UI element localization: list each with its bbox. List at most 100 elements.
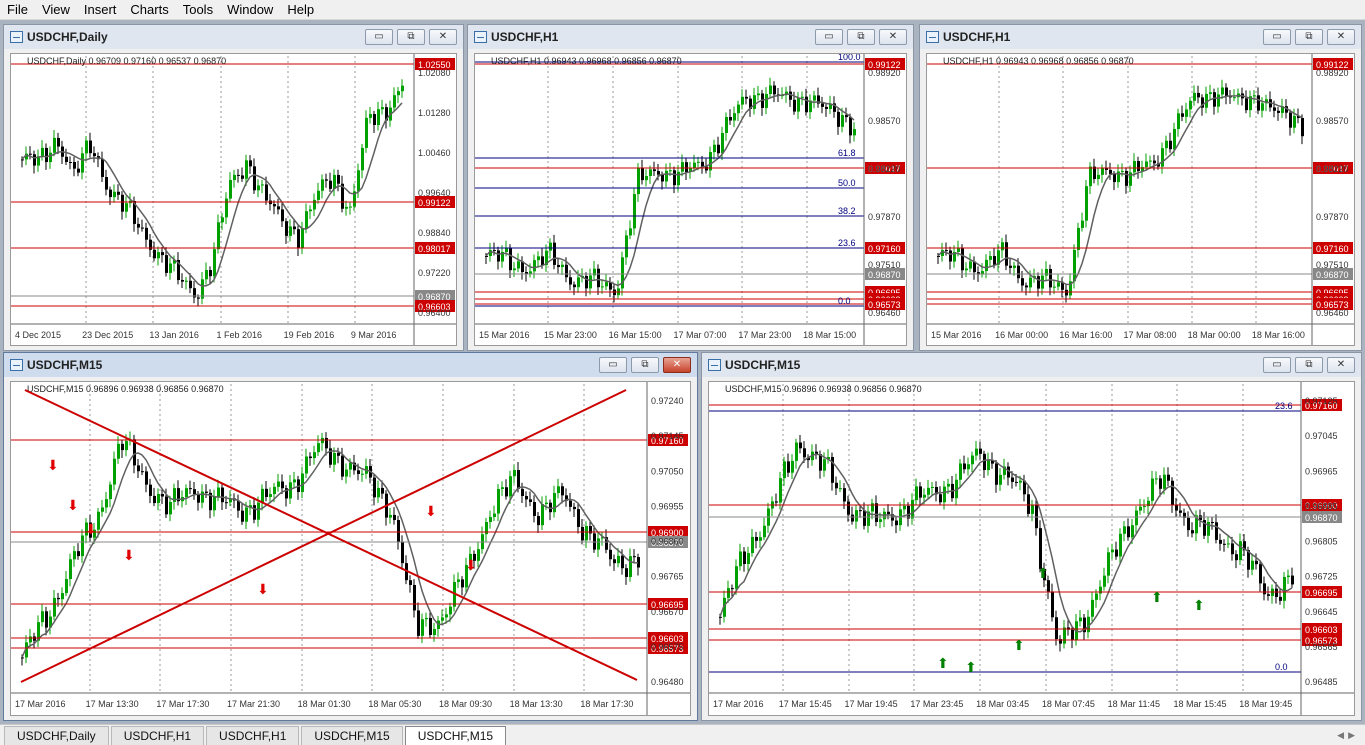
window-title: USDCHF,H1 <box>491 30 559 44</box>
sell-arrow-icon: ⬇ <box>257 581 269 597</box>
candle-body <box>697 161 700 163</box>
price-axis-label: 0.99640 <box>418 188 451 198</box>
time-axis-label: 15 Mar 2016 <box>479 330 530 340</box>
candle-body <box>769 85 772 94</box>
candle-body <box>1121 170 1124 172</box>
chart-area[interactable]: 1.02550 0.99122 0.98017 0.96870 0.96603 1.020… <box>10 53 457 346</box>
candle-body <box>797 97 800 112</box>
restore-icon[interactable]: ⧉ <box>1295 29 1323 45</box>
chart-tab-h1-b[interactable]: USDCHF,H1 <box>206 726 300 745</box>
price-axis-label: 1.00460 <box>418 148 451 158</box>
restore-icon[interactable]: ⧉ <box>1295 357 1323 373</box>
close-icon[interactable]: ✕ <box>1327 29 1355 45</box>
menu-charts[interactable]: Charts <box>123 0 175 20</box>
window-titlebar[interactable]: USDCHF,H1 ▭ ⧉ ✕ <box>920 25 1361 49</box>
candle-body <box>1049 268 1052 288</box>
chart-canvas[interactable]: 0.991220.980170.971600.968700.966950.966… <box>475 54 907 346</box>
close-icon[interactable]: ✕ <box>663 357 691 373</box>
candle-body <box>321 179 324 191</box>
candle-body <box>1097 174 1100 180</box>
candle-body <box>145 471 148 485</box>
fib-level-label: 50.0 <box>838 178 856 188</box>
tab-scroll-arrows-icon[interactable]: ◀▶ <box>1337 730 1359 741</box>
chart-window-4[interactable]: USDCHF,M15 ▭ ⧉ ✕ 0.97160 0.96900 0.96870 0.9669… <box>3 352 698 721</box>
candle-body <box>1111 549 1114 553</box>
candle-body <box>137 465 140 472</box>
candle-body <box>1165 140 1168 149</box>
sell-arrow-icon: ⬇ <box>425 503 437 519</box>
candle-body <box>649 169 652 176</box>
restore-icon[interactable]: ⧉ <box>847 29 875 45</box>
chart-tab-m15-b[interactable]: USDCHF,M15 <box>404 726 507 745</box>
menu-help[interactable]: Help <box>280 0 321 20</box>
candle-body <box>497 489 500 514</box>
menu-insert[interactable]: Insert <box>77 0 124 20</box>
close-icon[interactable]: ✕ <box>429 29 457 45</box>
chart-area[interactable]: 0.991220.980170.971600.968700.966950.966… <box>926 53 1355 346</box>
minimize-icon[interactable]: ▭ <box>365 29 393 45</box>
candle-body <box>609 549 612 560</box>
minimize-icon[interactable]: ▭ <box>1263 357 1291 373</box>
restore-icon[interactable]: ⧉ <box>631 357 659 373</box>
minimize-icon[interactable]: ▭ <box>1263 29 1291 45</box>
chart-window-3[interactable]: USDCHF,H1 ▭ ⧉ ✕ 0.99122 0.98017 0.97160 0.96870… <box>919 24 1362 351</box>
chart-canvas[interactable]: 0.991220.980170.971600.968700.966950.966… <box>927 54 1355 346</box>
chart-tab-h1-a[interactable]: USDCHF,H1 <box>110 726 205 745</box>
candle-body <box>361 473 364 475</box>
chart-window-2[interactable]: USDCHF,H1 ▭ ⧉ ✕ 0.99122 0.98017 0.97160 0.96870… <box>467 24 914 351</box>
price-axis-label: 1.01280 <box>418 108 451 118</box>
chart-window-5[interactable]: USDCHF,M15 ▭ ⧉ ✕ 0.97160 0.96900 0.96870 0.9669… <box>701 352 1362 721</box>
chart-tab-m15-a[interactable]: USDCHF,M15 <box>301 726 403 745</box>
candle-body <box>69 559 72 580</box>
price-axis-label: 0.97240 <box>651 396 684 406</box>
candle-body <box>1191 530 1194 534</box>
close-icon[interactable]: ✕ <box>1327 357 1355 373</box>
minimize-icon[interactable]: ▭ <box>599 357 627 373</box>
candle-body <box>349 206 352 208</box>
fib-level-label: 38.2 <box>838 206 856 216</box>
close-icon[interactable]: ✕ <box>879 29 907 45</box>
chart-area[interactable]: 0.991220.980170.971600.968700.966950.966… <box>474 53 907 346</box>
window-titlebar[interactable]: USDCHF,M15 ▭ ⧉ ✕ <box>702 353 1361 377</box>
candle-body <box>505 487 508 497</box>
candle-body <box>1057 282 1060 287</box>
candle-body <box>389 514 392 518</box>
candle-body <box>1275 588 1278 597</box>
menu-view[interactable]: View <box>35 0 77 20</box>
candle-body <box>987 459 990 471</box>
candle-body <box>29 636 32 643</box>
menu-window[interactable]: Window <box>220 0 280 20</box>
candle-body <box>737 104 740 114</box>
chart-tab-daily[interactable]: USDCHF,Daily <box>4 726 109 745</box>
candle-body <box>1047 580 1050 592</box>
chart-area[interactable]: 0.97160 0.96900 0.96870 0.96695 0.96603 0.965… <box>10 381 691 716</box>
price-axis-label: 0.98570 <box>1316 116 1349 126</box>
time-axis-label: 18 Mar 01:30 <box>298 699 351 709</box>
candle-body <box>1219 539 1222 544</box>
window-titlebar[interactable]: USDCHF,H1 ▭ ⧉ ✕ <box>468 25 913 49</box>
candle-body <box>381 107 384 110</box>
candle-body <box>1127 526 1130 538</box>
chart-area[interactable]: 0.97160 0.96900 0.96870 0.96695 0.96603 0.965… <box>708 381 1355 716</box>
time-axis-label: 18 Mar 17:30 <box>580 699 633 709</box>
chart-info-ohlc: USDCHF,M15 0.96896 0.96938 0.96856 0.968… <box>27 384 224 394</box>
chart-canvas[interactable]: 0.971600.969000.968700.966950.966030.965… <box>11 382 691 716</box>
candle-body <box>345 469 348 477</box>
menu-tools[interactable]: Tools <box>176 0 220 20</box>
chart-canvas[interactable]: 0.971600.969000.968700.966950.966030.965… <box>709 382 1355 716</box>
menu-file[interactable]: File <box>0 0 35 20</box>
chart-canvas[interactable]: 1.025500.991220.980170.968700.966031.020… <box>11 54 457 346</box>
candle-body <box>787 461 790 473</box>
candle-body <box>273 204 276 207</box>
chart-window-1[interactable]: USDCHF,Daily ▭ ⧉ ✕ 1.02550 0.99122 0.98017 0.96… <box>3 24 464 351</box>
window-titlebar[interactable]: USDCHF,M15 ▭ ⧉ ✕ <box>4 353 697 377</box>
candle-body <box>731 588 734 590</box>
minimize-icon[interactable]: ▭ <box>815 29 843 45</box>
candle-body <box>733 113 736 121</box>
candle-body <box>413 584 416 611</box>
window-titlebar[interactable]: USDCHF,Daily ▭ ⧉ ✕ <box>4 25 463 49</box>
candle-body <box>1289 112 1292 128</box>
candle-body <box>401 541 404 564</box>
candle-body <box>791 460 794 473</box>
restore-icon[interactable]: ⧉ <box>397 29 425 45</box>
